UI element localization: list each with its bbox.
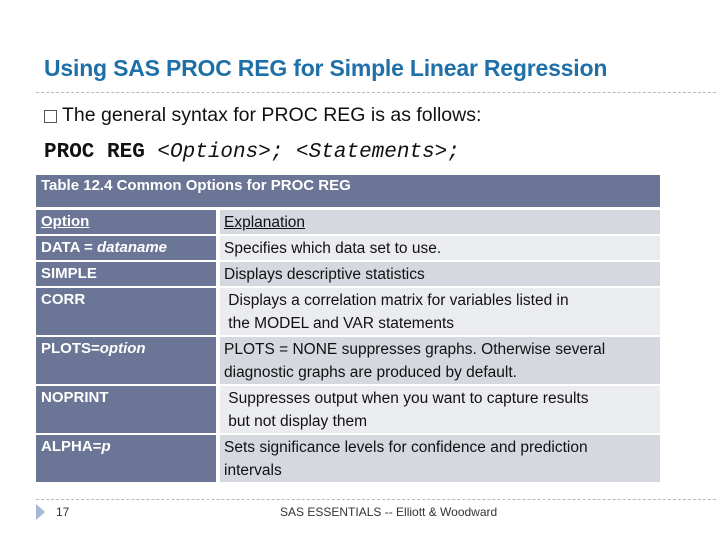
code-keyword: PROC REG bbox=[44, 141, 158, 164]
options-table: Option Explanation DATA = dataname Speci… bbox=[36, 210, 660, 484]
table-row: SIMPLE Displays descriptive statistics bbox=[36, 262, 660, 286]
slide-title: Using SAS PROC REG for Simple Linear Reg… bbox=[44, 55, 608, 81]
footer-text: SAS ESSENTIALS -- Elliott & Woodward bbox=[280, 505, 498, 519]
table-caption: Table 12.4 Common Options for PROC REG bbox=[36, 175, 660, 207]
triangle-right-icon bbox=[36, 504, 45, 520]
explanation-cell: Displays descriptive statistics bbox=[220, 262, 660, 286]
explanation-cell: Suppresses output when you want to captu… bbox=[220, 386, 660, 433]
bullet-item: The general syntax for PROC REG is as fo… bbox=[44, 104, 481, 127]
table-row: NOPRINT Suppresses output when you want … bbox=[36, 386, 660, 433]
footer-divider bbox=[36, 499, 716, 500]
header-option: Option bbox=[36, 210, 216, 234]
table-row: ALPHA=p Sets significance levels for con… bbox=[36, 435, 660, 482]
table-header-row: Option Explanation bbox=[36, 210, 660, 234]
explanation-cell: Sets significance levels for confidence … bbox=[220, 435, 660, 482]
syntax-code: PROC REG <Options>; <Statements>; bbox=[44, 141, 460, 164]
explanation-cell: Specifies which data set to use. bbox=[220, 236, 660, 260]
explanation-cell: Displays a correlation matrix for variab… bbox=[220, 288, 660, 335]
option-cell: ALPHA=p bbox=[36, 435, 216, 482]
option-cell: SIMPLE bbox=[36, 262, 216, 286]
code-options: <Options>; bbox=[157, 141, 284, 164]
bullet-text: The general syntax for PROC REG is as fo… bbox=[62, 104, 482, 126]
page-number: 17 bbox=[56, 505, 70, 519]
explanation-cell: PLOTS = NONE suppresses graphs. Otherwis… bbox=[220, 337, 660, 384]
bullet-square-icon bbox=[44, 110, 57, 123]
title-divider bbox=[36, 92, 716, 93]
option-cell: NOPRINT bbox=[36, 386, 216, 433]
header-explanation: Explanation bbox=[220, 210, 660, 234]
table-row: PLOTS=option PLOTS = NONE suppresses gra… bbox=[36, 337, 660, 384]
option-cell: CORR bbox=[36, 288, 216, 335]
option-cell: DATA = dataname bbox=[36, 236, 216, 260]
table-row: DATA = dataname Specifies which data set… bbox=[36, 236, 660, 260]
table-row: CORR Displays a correlation matrix for v… bbox=[36, 288, 660, 335]
code-statements: <Statements>; bbox=[283, 141, 460, 164]
option-cell: PLOTS=option bbox=[36, 337, 216, 384]
